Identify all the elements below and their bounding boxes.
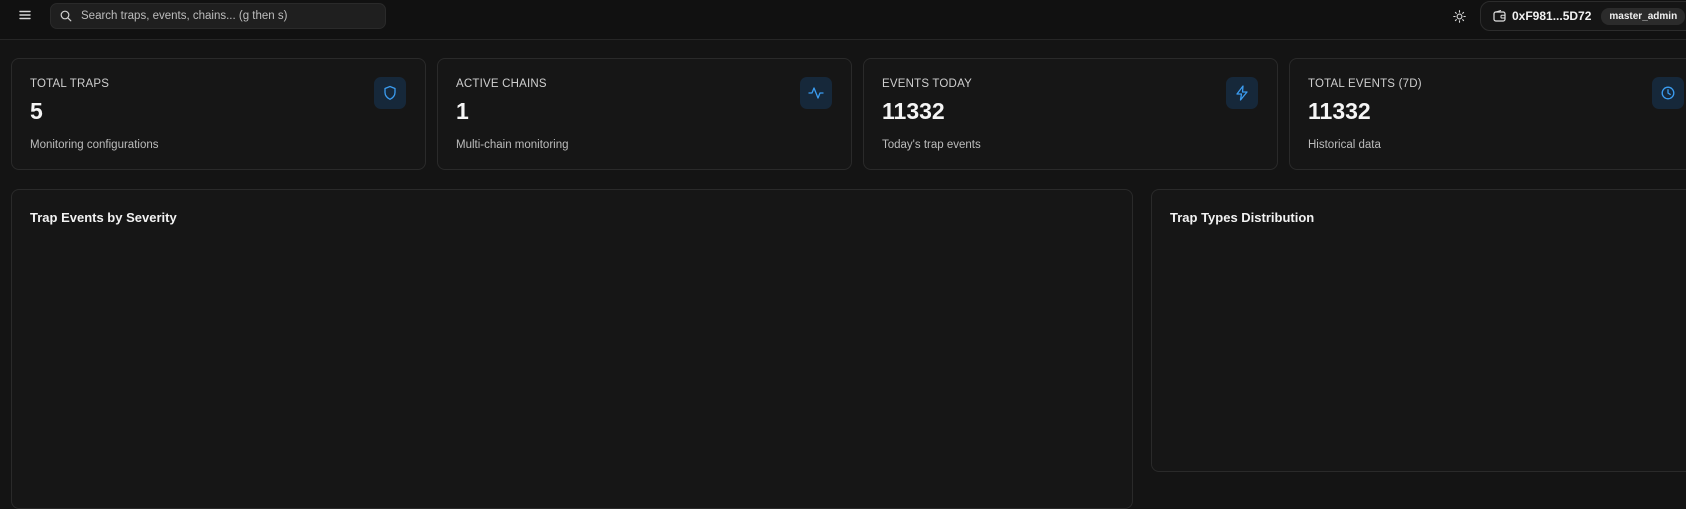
- severity-chart-panel: Trap Events by Severity: [11, 189, 1133, 509]
- stat-card-active-chains: ACTIVE CHAINS 1 Multi-chain monitoring: [437, 58, 852, 170]
- types-distribution-panel: Trap Types Distribution: [1151, 189, 1686, 472]
- stat-subtitle: Today's trap events: [882, 139, 981, 151]
- wallet-icon: [1493, 9, 1506, 23]
- stat-value: 5: [30, 98, 43, 124]
- clock-icon: [1652, 77, 1684, 109]
- panel-title: Trap Types Distribution: [1170, 210, 1315, 225]
- stat-value: 1: [456, 98, 469, 124]
- panel-title: Trap Events by Severity: [30, 210, 177, 225]
- stat-label: ACTIVE CHAINS: [456, 78, 547, 90]
- role-badge: master_admin: [1601, 7, 1686, 25]
- wallet-menu-button[interactable]: 0xF981...5D72 master_admin: [1480, 1, 1686, 31]
- search-input[interactable]: [81, 10, 371, 22]
- lightning-icon: [1226, 77, 1258, 109]
- menu-icon[interactable]: [16, 6, 34, 24]
- wallet-address: 0xF981...5D72: [1512, 9, 1592, 23]
- stat-value: 11332: [882, 98, 945, 124]
- sun-icon[interactable]: [1450, 7, 1468, 25]
- stat-label: EVENTS TODAY: [882, 78, 972, 90]
- top-bar: 0xF981...5D72 master_admin: [0, 0, 1686, 40]
- stat-card-total-events: TOTAL EVENTS (7D) 11332 Historical data: [1289, 58, 1686, 170]
- search-icon: [59, 9, 73, 23]
- search-bar[interactable]: [50, 3, 386, 29]
- stat-card-total-traps: TOTAL TRAPS 5 Monitoring configurations: [11, 58, 426, 170]
- activity-icon: [800, 77, 832, 109]
- stat-label: TOTAL EVENTS (7D): [1308, 78, 1422, 90]
- stat-label: TOTAL TRAPS: [30, 78, 110, 90]
- stat-card-events-today: EVENTS TODAY 11332 Today's trap events: [863, 58, 1278, 170]
- stat-value: 11332: [1308, 98, 1371, 124]
- stat-subtitle: Historical data: [1308, 139, 1381, 151]
- stat-subtitle: Monitoring configurations: [30, 139, 159, 151]
- stat-subtitle: Multi-chain monitoring: [456, 139, 569, 151]
- shield-icon: [374, 77, 406, 109]
